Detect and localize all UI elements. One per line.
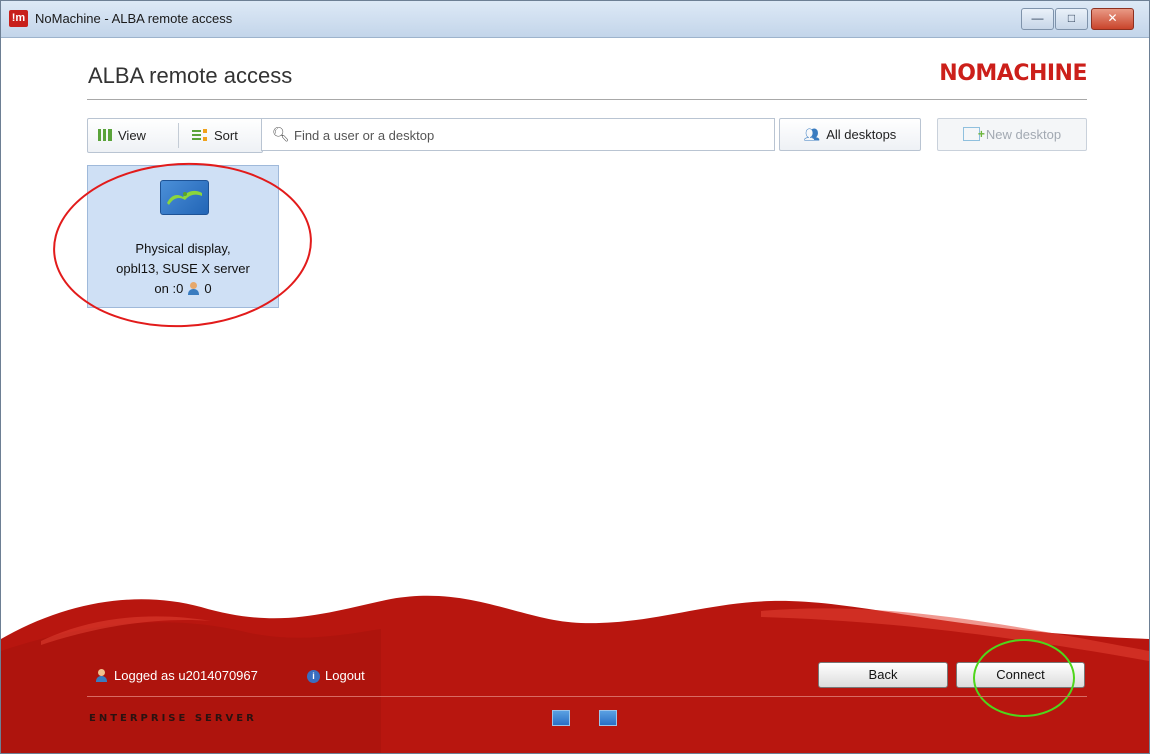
nomachine-logo: NOMACHINE xyxy=(939,61,1087,86)
new-desktop-icon xyxy=(962,119,985,150)
green-annotation-circle xyxy=(973,639,1075,717)
search-icon: 🔍︎ xyxy=(272,126,290,142)
window-title: NoMachine - ALBA remote access xyxy=(35,11,233,26)
minimize-button[interactable]: — xyxy=(1021,8,1054,30)
nomachine-window: !m NoMachine - ALBA remote access — □ ✕ … xyxy=(0,0,1150,754)
header-divider xyxy=(87,99,1087,100)
title-bar: !m NoMachine - ALBA remote access — □ ✕ xyxy=(1,1,1149,38)
new-desktop-button[interactable]: New desktop xyxy=(937,118,1087,151)
all-desktops-label: All desktops xyxy=(826,127,897,142)
app-icon: !m xyxy=(9,10,28,27)
user-icon xyxy=(95,669,108,682)
toolbar-separator xyxy=(178,123,179,148)
new-desktop-label: New desktop xyxy=(985,127,1062,142)
footer-divider xyxy=(87,696,1087,697)
users-icon: 👥︎ xyxy=(803,127,821,142)
window-icon[interactable] xyxy=(599,710,617,726)
edition-label: ENTERPRISE SERVER xyxy=(89,713,257,724)
logout-link[interactable]: i Logout xyxy=(307,668,365,683)
logged-user-status: Logged as u2014070967 xyxy=(95,668,258,683)
grid-icon xyxy=(98,129,112,141)
search-input[interactable] xyxy=(294,124,764,146)
logged-as-text: Logged as u2014070967 xyxy=(114,668,258,683)
all-desktops-button[interactable]: 👥︎ All desktops xyxy=(779,118,921,151)
page-title: ALBA remote access xyxy=(88,63,293,88)
view-sort-group: View Sort xyxy=(87,118,263,153)
sort-button[interactable]: Sort xyxy=(192,119,238,152)
back-button[interactable]: Back xyxy=(818,662,948,688)
view-label: View xyxy=(118,128,146,143)
view-button[interactable]: View xyxy=(98,119,146,152)
sort-icon xyxy=(192,129,208,141)
logout-icon: i xyxy=(307,670,320,683)
logout-label: Logout xyxy=(325,668,365,683)
sort-label: Sort xyxy=(214,128,238,143)
fullscreen-icon[interactable] xyxy=(552,710,570,726)
maximize-button[interactable]: □ xyxy=(1055,8,1088,30)
close-button[interactable]: ✕ xyxy=(1091,8,1134,30)
search-box: 🔍︎ xyxy=(261,118,775,151)
